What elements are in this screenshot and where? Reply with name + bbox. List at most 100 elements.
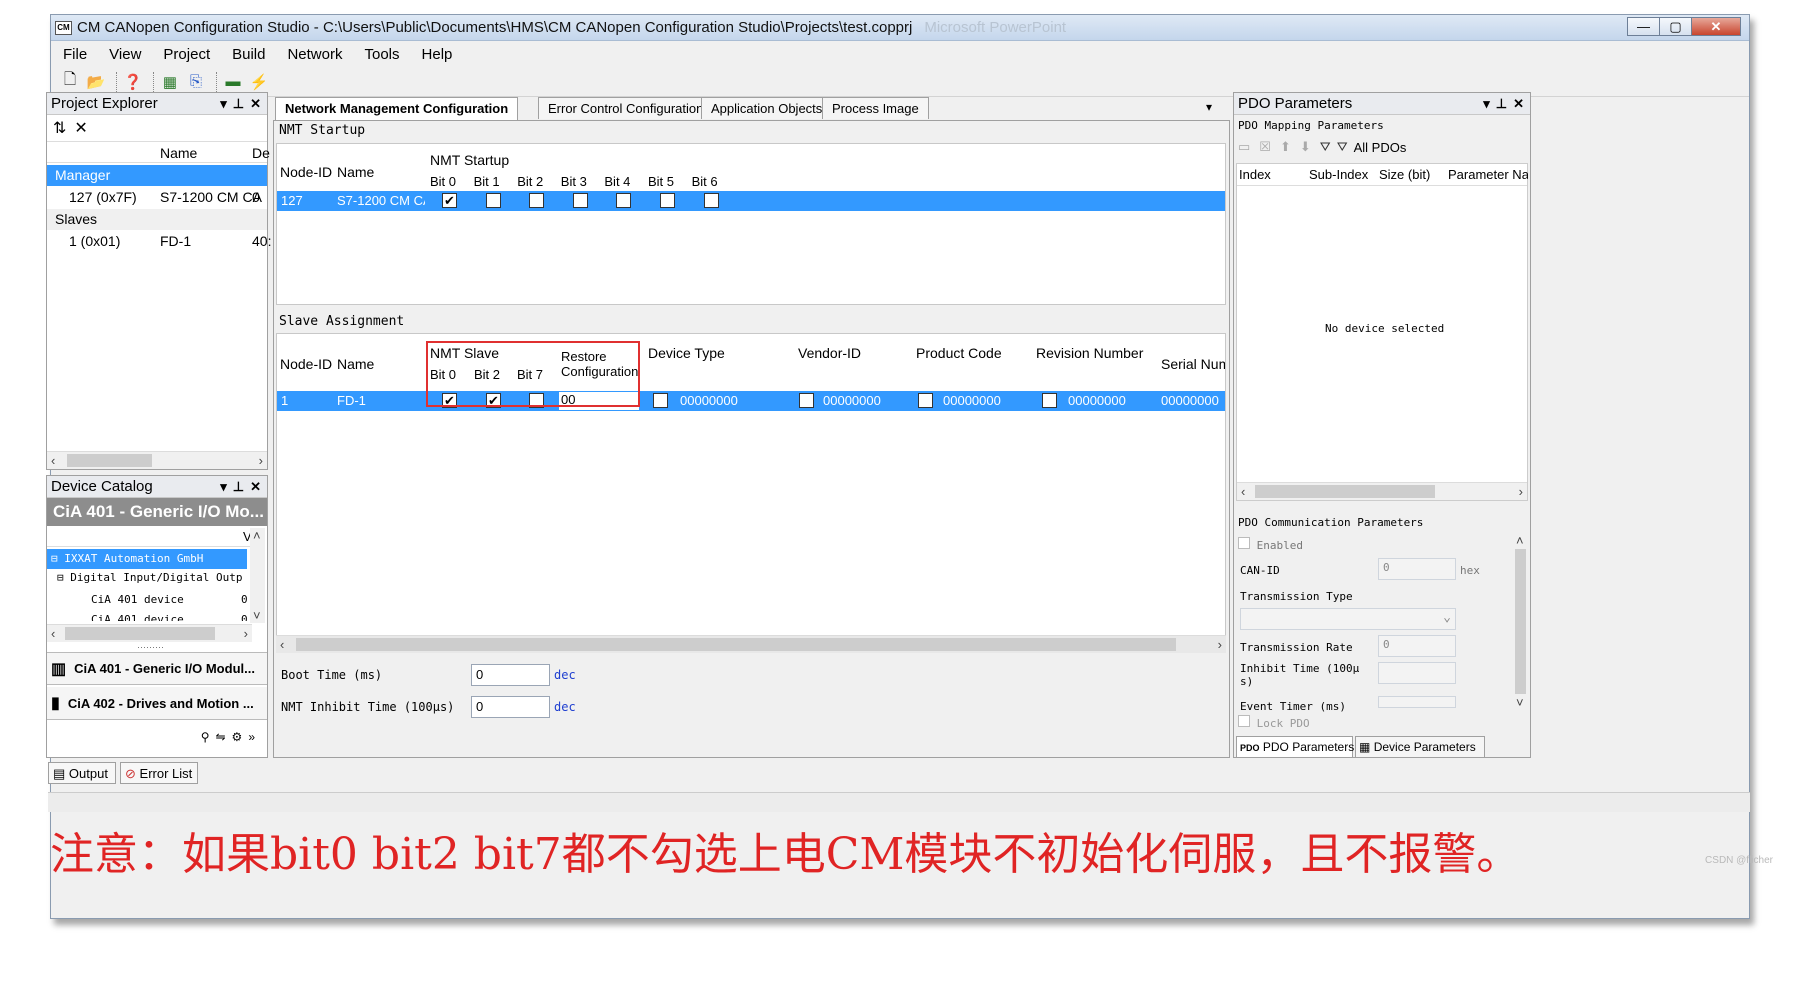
pin-icon[interactable]: ⊥ [1496, 96, 1507, 112]
main-content: NMT Startup Node-ID Name NMT Startup 127… [273, 120, 1230, 758]
pin-icon[interactable]: ⊥ [233, 96, 244, 112]
no-device-message: No device selected [1325, 322, 1445, 335]
pdo-comm-scrollbar[interactable]: ˄ ˅ [1513, 533, 1528, 713]
filter-icon[interactable]: ⛛ [1320, 139, 1331, 155]
add-pdo-icon[interactable]: ▭ [1238, 139, 1250, 155]
event-timer-input[interactable] [1378, 696, 1456, 708]
pdo-scrollbar[interactable]: ‹ › [1237, 482, 1527, 500]
expand-all-icon[interactable]: ⇅ [53, 118, 66, 138]
tab-overflow-icon[interactable]: ▾ [1206, 100, 1212, 114]
close-icon[interactable]: ✕ [1513, 96, 1524, 112]
transmission-type-select[interactable]: ⌄ [1240, 608, 1456, 630]
can-id-input[interactable]: 0 [1378, 558, 1456, 580]
identity-check-checkbox[interactable] [653, 393, 668, 408]
options-icon[interactable]: ⚙ [232, 730, 249, 744]
help-icon[interactable]: ❓ [122, 71, 144, 93]
tab-process-image[interactable]: Process Image [822, 97, 929, 119]
identity-check-checkbox[interactable] [1042, 393, 1057, 408]
manager-row[interactable]: Manager [47, 165, 267, 186]
catalog-grip[interactable]: ········· [137, 642, 164, 652]
filter-icon[interactable]: ⚲ [201, 730, 216, 744]
col-vendor-id: Vendor-ID [798, 345, 862, 361]
device-catalog-header: Device Catalog ▾ ⊥ ✕ [47, 476, 267, 498]
minimize-button[interactable]: — [1627, 17, 1660, 36]
menu-view[interactable]: View [109, 46, 141, 63]
boot-time-input[interactable]: 0 [471, 664, 550, 686]
identity-check-checkbox[interactable] [799, 393, 814, 408]
slave-row[interactable]: 1 FD-1 00 00000000 00000000 00000000 000… [277, 391, 1225, 411]
network-icon[interactable]: ▬ [222, 71, 244, 93]
catalog-device-row[interactable]: CiA 401 device 0 [91, 593, 251, 606]
col-de-header: De [252, 145, 270, 161]
download-icon[interactable]: ⎘ [185, 71, 207, 93]
pin-icon[interactable]: ⊥ [233, 479, 244, 495]
delete-icon[interactable]: ✕ [74, 118, 87, 138]
close-icon[interactable]: ✕ [250, 96, 261, 112]
menu-tools[interactable]: Tools [364, 46, 399, 63]
identity-check-checkbox[interactable] [918, 393, 933, 408]
menu-build[interactable]: Build [232, 46, 265, 63]
pdo-tab-device-parameters[interactable]: ▦ Device Parameters [1355, 736, 1485, 758]
tab-error-control[interactable]: Error Control Configuration [538, 97, 714, 119]
open-folder-icon[interactable]: 📂 [85, 71, 107, 93]
col-name-header: Name [160, 145, 198, 161]
menu-bar: File View Project Build Network Tools He… [51, 41, 1749, 67]
move-up-icon[interactable]: ⬆ [1280, 139, 1291, 155]
inhibit-time-input[interactable] [1378, 662, 1456, 684]
transmission-rate-label: Transmission Rate [1240, 641, 1353, 654]
boot-time-label: Boot Time (ms) [281, 668, 383, 682]
nmt-startup-bit-checkbox[interactable]: ✔ [442, 193, 457, 208]
main-scrollbar[interactable]: ‹ › [276, 635, 1226, 653]
dropdown-icon[interactable]: ▾ [220, 96, 227, 112]
nmt-startup-row[interactable]: 127 S7-1200 CM CA ✔ [277, 191, 1225, 211]
new-file-icon[interactable]: 🗋 [59, 71, 81, 93]
col-bit-header: Bit 0 [430, 174, 457, 189]
close-icon[interactable]: ✕ [250, 479, 261, 495]
dropdown-icon[interactable]: ▾ [1483, 96, 1490, 112]
transmission-rate-stepper[interactable]: 0 [1378, 635, 1456, 657]
all-pdos-label[interactable]: All PDOs [1354, 140, 1407, 155]
enabled-checkbox[interactable] [1238, 537, 1250, 549]
nmt-startup-bit-checkbox[interactable] [529, 193, 545, 208]
tab-network-management[interactable]: Network Management Configuration [275, 97, 519, 120]
nmt-startup-bit-checkbox[interactable] [572, 193, 588, 208]
filter-all-icon[interactable]: ⛛ [1337, 139, 1348, 155]
nmt-startup-bit-checkbox[interactable] [703, 193, 719, 208]
slaves-row[interactable]: Slaves [47, 209, 267, 230]
catalog-vendor-row[interactable]: ⊟ IXXAT Automation GmbH [47, 549, 247, 569]
sort-icon[interactable]: ⇋ [215, 730, 231, 744]
nmt-startup-bit-checkbox[interactable] [616, 193, 632, 208]
bottom-tab-error-list[interactable]: ⊘ Error List [120, 762, 198, 784]
build-icon[interactable]: ▦ [159, 71, 181, 93]
menu-help[interactable]: Help [422, 46, 453, 63]
chevron-down-icon: ⌄ [1443, 610, 1451, 625]
remove-pdo-icon[interactable]: ☒ [1259, 139, 1271, 155]
menu-network[interactable]: Network [287, 46, 342, 63]
maximize-button[interactable]: ▢ [1659, 17, 1692, 36]
catalog-scrollbar[interactable]: ‹ › [47, 624, 252, 642]
nmt-inhibit-label: NMT Inhibit Time (100µs) [281, 700, 455, 714]
explorer-scrollbar[interactable]: ‹ › [47, 451, 267, 469]
connect-icon[interactable]: ⚡ [248, 71, 270, 93]
nmt-startup-bit-checkbox[interactable] [660, 193, 675, 208]
menu-file[interactable]: File [63, 46, 87, 63]
move-down-icon[interactable]: ⬇ [1300, 139, 1311, 155]
catalog-group-cia401[interactable]: ▥ CiA 401 - Generic I/O Modul... [47, 652, 267, 685]
manager-device-row[interactable]: 127 (0x7F) S7-1200 CM CA 0 [47, 187, 267, 208]
nmt-inhibit-input[interactable]: 0 [471, 696, 550, 718]
lock-pdo-checkbox[interactable] [1238, 715, 1250, 727]
drive-icon: ▮ [51, 695, 60, 712]
more-icon[interactable]: » [248, 730, 261, 744]
dropdown-icon[interactable]: ▾ [220, 479, 227, 495]
slave-device-row[interactable]: 1 (0x01) FD-1 40: [47, 231, 271, 252]
menu-project[interactable]: Project [163, 46, 210, 63]
close-button[interactable]: ✕ [1691, 17, 1741, 36]
col-name: Name [337, 356, 375, 372]
bottom-tab-output[interactable]: ▤ Output [48, 762, 116, 784]
nmt-startup-bit-checkbox[interactable] [485, 193, 501, 208]
catalog-device-row[interactable]: CiA 401 device 0 [91, 613, 251, 621]
pdo-tab-pdo-parameters[interactable]: PDO PDO Parameters [1236, 736, 1354, 758]
catalog-group-cia402[interactable]: ▮ CiA 402 - Drives and Motion ... [47, 687, 267, 720]
tab-application-objects[interactable]: Application Objects [701, 97, 833, 119]
catalog-category-row[interactable]: ⊟ Digital Input/Digital Outp [57, 571, 252, 584]
